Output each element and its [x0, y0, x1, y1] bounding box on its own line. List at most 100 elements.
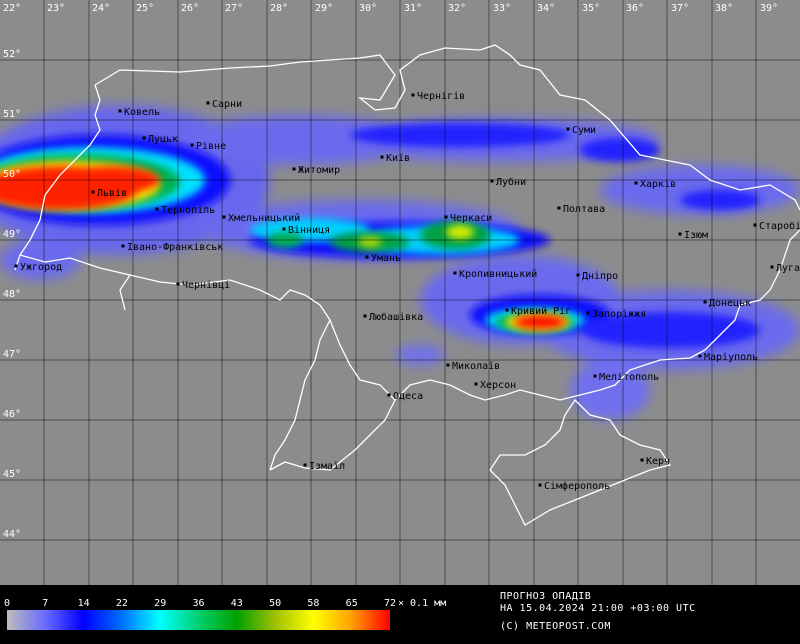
city-marker[interactable]: Маріуполь: [699, 351, 759, 363]
city-dot: [412, 94, 415, 97]
legend-tick-label: 65: [346, 598, 358, 609]
city-marker[interactable]: Сімферополь: [539, 480, 611, 492]
city-marker[interactable]: Вінниця: [283, 224, 331, 236]
city-dot: [679, 233, 682, 236]
city-dot: [293, 168, 296, 171]
city-marker[interactable]: Одеса: [388, 391, 424, 402]
city-marker[interactable]: Полтава: [558, 204, 606, 215]
forecast-title: ПРОГНОЗ ОПАДІВ: [500, 591, 591, 602]
city-dot: [587, 312, 590, 315]
city-label: Мелітополь: [599, 371, 659, 383]
city-marker[interactable]: Ужгород: [15, 262, 63, 273]
crimea-coast: [490, 400, 670, 525]
city-marker[interactable]: Старобільськ: [754, 220, 800, 232]
lon-label: 27°: [225, 3, 243, 14]
lon-label: 36°: [626, 3, 644, 14]
lat-label: 45°: [3, 469, 21, 480]
legend-gradient: [7, 610, 390, 630]
city-marker[interactable]: Херсон: [475, 380, 517, 391]
country-border: [270, 320, 330, 470]
city-marker[interactable]: Сарни: [207, 99, 243, 110]
city-label: Донецьк: [709, 298, 751, 309]
legend-tick-label: 29: [154, 598, 166, 609]
city-label: Умань: [371, 253, 401, 264]
city-label: Харків: [640, 178, 676, 190]
city-label: Миколаїв: [452, 361, 500, 372]
city-dot: [699, 355, 702, 358]
city-label: Ужгород: [20, 262, 62, 273]
lon-label: 35°: [582, 3, 600, 14]
legend-footer: 07142229364350586572 × 0.1 мм ПРОГНОЗ ОП…: [0, 585, 800, 640]
city-marker[interactable]: Запоріжжя: [587, 308, 647, 320]
city-label: Чернігів: [417, 90, 465, 102]
city-dot: [445, 216, 448, 219]
legend-color-bar: [7, 610, 390, 630]
legend-tick-label: 36: [192, 598, 204, 609]
lat-label: 46°: [3, 409, 21, 420]
lon-label: 23°: [47, 3, 65, 14]
legend-tick-label: 7: [42, 598, 48, 609]
city-label: Маріуполь: [704, 351, 758, 363]
city-label: Луганськ: [776, 263, 800, 274]
city-marker[interactable]: Рівне: [191, 140, 227, 152]
city-marker[interactable]: Лубни: [491, 176, 527, 188]
city-marker[interactable]: Луганськ: [771, 263, 800, 274]
city-label: Львів: [97, 187, 127, 199]
credit: (C) METEOPOST.COM: [500, 621, 611, 632]
lat-label: 44°: [3, 529, 21, 540]
lon-label: 32°: [448, 3, 466, 14]
city-marker[interactable]: Кропивницький: [454, 268, 538, 280]
city-marker[interactable]: Житомир: [293, 165, 341, 176]
city-dot: [283, 228, 286, 231]
city-marker[interactable]: Львів: [92, 187, 128, 199]
lon-label: 30°: [359, 3, 377, 14]
city-marker[interactable]: Чернівці: [177, 279, 231, 291]
city-marker[interactable]: Умань: [366, 253, 402, 264]
city-marker[interactable]: Миколаїв: [447, 361, 501, 372]
precipitation-map[interactable]: 52° 51° 50° 49° 48° 47° 46° 45° 44° 22° …: [0, 0, 800, 585]
city-label: Запоріжжя: [592, 308, 646, 320]
city-label: Херсон: [480, 380, 516, 391]
city-dot: [558, 207, 561, 210]
longitude-labels: 22° 23° 24° 25° 26° 27° 28° 29° 30° 31° …: [3, 3, 778, 14]
city-marker[interactable]: Ізмаїл: [304, 461, 346, 472]
city-label: Любашівка: [369, 311, 423, 323]
lat-label: 51°: [3, 109, 21, 120]
city-marker[interactable]: Луцьк: [143, 134, 179, 145]
lon-label: 34°: [537, 3, 555, 14]
city-marker[interactable]: Мелітополь: [594, 371, 660, 383]
city-dot: [704, 301, 707, 304]
city-label: Луцьк: [148, 134, 178, 145]
city-marker[interactable]: Керч: [641, 456, 671, 467]
city-marker[interactable]: Любашівка: [364, 311, 424, 323]
city-label: Київ: [386, 153, 410, 164]
city-label: Тернопіль: [161, 204, 215, 216]
city-marker[interactable]: Харків: [635, 178, 677, 190]
lon-label: 29°: [315, 3, 333, 14]
city-dot: [364, 315, 367, 318]
city-marker[interactable]: Тернопіль: [156, 204, 216, 216]
city-dot: [539, 484, 542, 487]
city-marker[interactable]: Кривий Ріг: [506, 305, 572, 317]
lon-label: 33°: [493, 3, 511, 14]
city-marker[interactable]: Івано-Франківськ: [122, 241, 224, 253]
city-dot: [567, 128, 570, 131]
city-dot: [475, 383, 478, 386]
city-marker[interactable]: Черкаси: [445, 213, 493, 224]
city-marker[interactable]: Ізюм: [679, 230, 709, 241]
city-marker[interactable]: Хмельницький: [223, 212, 301, 224]
city-dot: [491, 180, 494, 183]
city-dot: [447, 364, 450, 367]
city-dot: [754, 224, 757, 227]
lon-label: 24°: [92, 3, 110, 14]
city-label: Лубни: [496, 176, 526, 188]
city-marker[interactable]: Дніпро: [577, 270, 619, 282]
city-marker[interactable]: Донецьк: [704, 298, 752, 309]
city-marker[interactable]: Ковель: [119, 107, 161, 118]
city-dot: [594, 375, 597, 378]
city-label: Черкаси: [450, 213, 492, 224]
city-label: Хмельницький: [228, 212, 300, 224]
city-marker[interactable]: Чернігів: [412, 90, 466, 102]
city-dot: [366, 256, 369, 259]
city-label: Рівне: [196, 140, 226, 152]
